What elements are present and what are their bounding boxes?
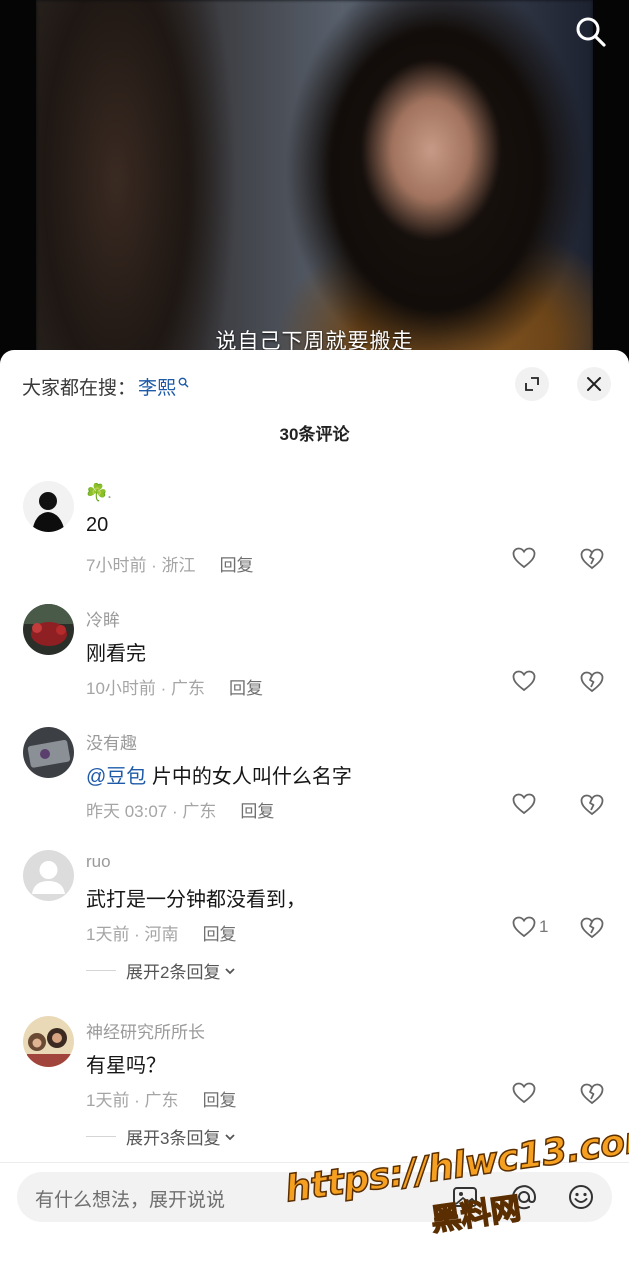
like-button[interactable] <box>512 1082 536 1104</box>
avatar-image <box>23 481 74 532</box>
search-button[interactable] <box>573 14 609 50</box>
comment-author[interactable]: 冷眸 <box>86 606 120 631</box>
like-count: 1 <box>539 917 549 936</box>
video-letterbox-left <box>0 0 36 380</box>
expand-replies-label: 展开3条回复 <box>126 1129 221 1148</box>
comment-text: 有星吗？ <box>86 1055 166 1077</box>
comment-author[interactable]: 神经研究所所长 <box>86 1018 205 1043</box>
dislike-button[interactable] <box>580 548 604 575</box>
broken-heart-icon <box>580 671 604 693</box>
like-button[interactable] <box>512 547 536 569</box>
default-avatar-icon <box>23 850 74 901</box>
comment-time-location: 昨天 03:07 · 广东 <box>86 802 217 821</box>
broken-heart-icon <box>580 1083 604 1105</box>
comment-time-location: 7小时前 · 浙江 <box>86 556 196 575</box>
expand-replies-button[interactable]: 展开3条回复 <box>86 1124 237 1149</box>
video-frame <box>36 0 593 380</box>
search-icon <box>576 17 606 47</box>
like-button[interactable] <box>512 793 536 815</box>
like-button[interactable] <box>512 670 536 692</box>
comment-text: 武打是一分钟都没看到， <box>86 889 306 911</box>
comment-meta: 10小时前 · 广东 回复 <box>86 674 263 699</box>
avatar-image <box>23 727 74 778</box>
dislike-button[interactable] <box>580 671 604 698</box>
chevron-down-icon <box>225 1133 236 1140</box>
broken-heart-icon <box>580 794 604 816</box>
trending-search-keyword[interactable]: 李熙 <box>138 373 176 400</box>
small-search-icon <box>178 377 189 388</box>
avatar[interactable] <box>23 1016 74 1067</box>
comment-time-location: 1天前 · 河南 <box>86 925 179 944</box>
expand-sheet-button[interactable] <box>515 367 549 401</box>
watermark-site-name: 黑料网 <box>428 1192 523 1239</box>
reply-button[interactable]: 回复 <box>220 551 254 576</box>
reply-button[interactable]: 回复 <box>203 920 237 945</box>
reply-button[interactable]: 回复 <box>203 1086 237 1111</box>
trending-search[interactable]: 大家都在搜： 李熙 <box>22 373 189 400</box>
video-letterbox-right <box>593 0 629 380</box>
heart-icon <box>512 916 536 938</box>
comment-time-location: 10小时前 · 广东 <box>86 679 206 698</box>
comment-text: 20 <box>86 514 109 536</box>
dislike-button[interactable] <box>580 794 604 821</box>
chevron-down-icon <box>225 967 236 974</box>
avatar-image <box>23 604 74 655</box>
comment-author[interactable]: 没有趣 <box>86 729 137 754</box>
expand-icon <box>525 377 539 391</box>
like-button[interactable]: 1 <box>512 916 548 938</box>
comment-text-body: 片中的女人叫什么名字 <box>146 766 352 788</box>
comment-input-placeholder: 有什么想法，展开说说 <box>35 1190 226 1211</box>
comment-text: 刚看完 <box>86 643 146 665</box>
avatar[interactable] <box>23 604 74 655</box>
comment-meta: 昨天 03:07 · 广东 回复 <box>86 797 274 822</box>
expand-replies-label: 展开2条回复 <box>126 963 221 982</box>
expand-replies-button[interactable]: 展开2条回复 <box>86 958 237 983</box>
heart-icon <box>512 1082 536 1104</box>
reply-button[interactable]: 回复 <box>229 674 263 699</box>
comment-author[interactable]: ☘️. <box>86 483 112 503</box>
comment-time-location: 1天前 · 广东 <box>86 1091 179 1110</box>
divider-line <box>86 1136 116 1137</box>
comment-count-title: 30条评论 <box>279 425 350 444</box>
comment-text: @豆包 片中的女人叫什么名字 <box>86 760 352 789</box>
heart-icon <box>512 793 536 815</box>
comment-meta: 1天前 · 河南 回复 <box>86 920 237 945</box>
reply-button[interactable]: 回复 <box>240 797 274 822</box>
comment-meta: 7小时前 · 浙江 回复 <box>86 551 254 576</box>
broken-heart-icon <box>580 548 604 570</box>
dislike-button[interactable] <box>580 917 604 944</box>
heart-icon <box>512 547 536 569</box>
trending-search-prefix: 大家都在搜： <box>22 378 137 399</box>
close-sheet-button[interactable] <box>577 367 611 401</box>
heart-icon <box>512 670 536 692</box>
avatar-image <box>23 1016 74 1067</box>
comment-author[interactable]: ruo <box>86 852 111 872</box>
mention-link[interactable]: @豆包 <box>86 766 146 788</box>
close-icon <box>587 377 601 391</box>
avatar[interactable] <box>23 850 74 901</box>
divider-line <box>86 970 116 971</box>
comment-meta: 1天前 · 广东 回复 <box>86 1086 237 1111</box>
broken-heart-icon <box>580 917 604 939</box>
avatar[interactable] <box>23 481 74 532</box>
video-player[interactable]: 说自己下周就要搬走 <box>0 0 629 380</box>
sheet-header: 大家都在搜： 李熙 <box>0 350 629 420</box>
avatar[interactable] <box>23 727 74 778</box>
